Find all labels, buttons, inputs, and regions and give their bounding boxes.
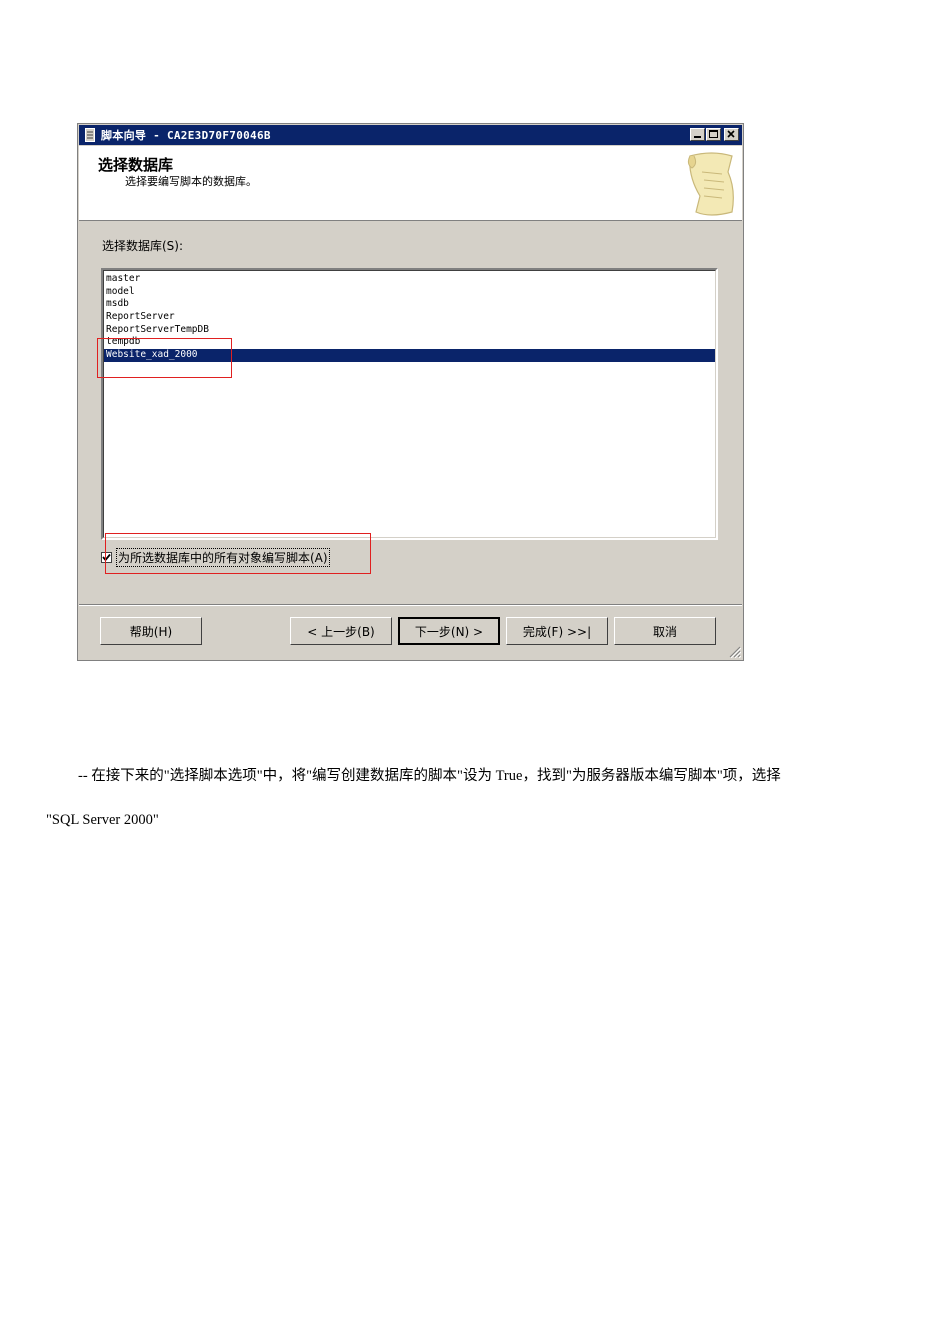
database-item[interactable]: ReportServer [104,311,715,324]
database-list: master model msdb ReportServer ReportSer… [104,271,715,362]
database-item[interactable]: model [104,286,715,299]
window-title: 脚本向导 - CA2E3D70F70046B [101,129,271,142]
maximize-icon [709,130,718,138]
select-database-label: 选择数据库(S): [102,239,184,253]
wizard-header: 选择数据库 选择要编写脚本的数据库。 [79,146,742,221]
database-item[interactable]: tempdb [104,336,715,349]
finish-button[interactable]: 完成(F) >>| [506,617,608,645]
help-button[interactable]: 帮助(H) [100,617,202,645]
back-button[interactable]: < 上一步(B) [290,617,392,645]
cancel-button[interactable]: 取消 [614,617,716,645]
checkmark-icon [102,553,111,562]
instruction-text-line1: -- 在接下来的"选择脚本选项"中，将"编写创建数据库的脚本"设为 True，找… [78,768,781,784]
page-subtitle: 选择要编写脚本的数据库。 [125,175,257,188]
maximize-button[interactable] [706,128,721,141]
button-separator [79,604,742,606]
minimize-icon [694,136,701,138]
database-item[interactable]: msdb [104,298,715,311]
minimize-button[interactable] [690,128,705,141]
scroll-icon [687,152,734,216]
instruction-text-line2: "SQL Server 2000" [46,812,159,828]
database-item[interactable]: ReportServerTempDB [104,324,715,337]
close-button[interactable] [724,128,739,141]
resize-grip-icon[interactable] [729,646,741,658]
database-item[interactable]: master [104,273,715,286]
next-button[interactable]: 下一步(N) > [398,617,500,645]
wizard-app-icon [84,128,95,142]
script-wizard-dialog: 脚本向导 - CA2E3D70F70046B 选择数据库 选择要编写脚本的数据库… [77,123,744,661]
title-bar[interactable]: 脚本向导 - CA2E3D70F70046B [79,125,742,145]
script-all-objects-label[interactable]: 为所选数据库中的所有对象编写脚本(A) [116,548,330,567]
database-item-selected[interactable]: Website_xad_2000 [104,349,715,362]
script-all-objects-row[interactable]: 为所选数据库中的所有对象编写脚本(A) [101,548,330,567]
script-all-objects-checkbox[interactable] [101,552,112,563]
database-listbox[interactable]: master model msdb ReportServer ReportSer… [101,268,718,540]
close-icon [727,130,735,138]
page-title: 选择数据库 [98,156,174,174]
